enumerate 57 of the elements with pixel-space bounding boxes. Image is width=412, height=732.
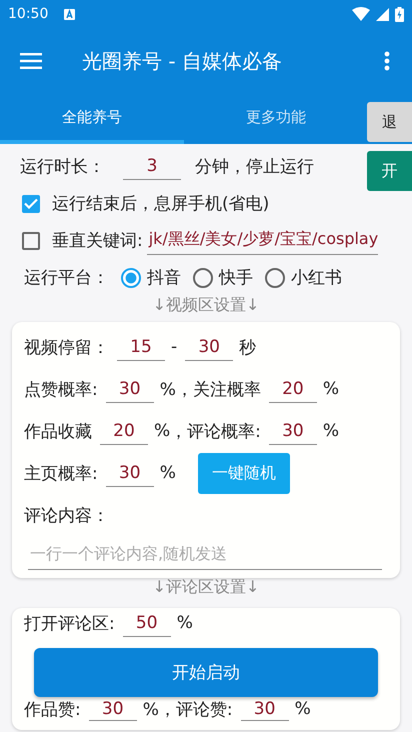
label: 作品赞: [24,698,81,720]
label: % [160,463,176,483]
tab[interactable]: 全能养号 [0,94,184,144]
label: ，评论概率: [170,420,261,442]
input-field[interactable]: 30 [185,334,234,360]
radio-button[interactable] [193,268,213,288]
input-field[interactable]: 20 [268,376,317,402]
more-icon[interactable] [384,51,390,71]
status-time: 10:50 [8,6,48,22]
radio-label: 快手 [219,267,253,289]
start-button[interactable]: 开始启动 [34,648,378,697]
label: % [154,421,170,441]
label: % [176,613,193,633]
checkbox-label: 运行结束后，息屏手机(省电) [52,193,270,215]
label: 秒 [239,336,256,358]
input-field[interactable]: 30 [268,418,317,444]
input-field[interactable]: 3 [123,153,181,180]
checkbox-label: 垂直关键词: [52,230,143,252]
input-field[interactable]: 30 [106,376,154,402]
radio-button[interactable] [265,268,285,288]
section-title: ↓评论区设置↓ [152,576,260,598]
label: 点赞概率: [24,378,98,400]
label: % [294,699,311,719]
checkbox[interactable] [22,194,40,212]
label: 评论内容： [24,504,109,526]
label: 运行平台： [24,267,109,289]
signal-icon [376,8,389,20]
input-field[interactable]: 30 [106,460,154,486]
radio-label: 小红书 [291,267,342,289]
label: 分钟，停止运行 [195,156,314,178]
label: 主页概率: [24,462,98,484]
wifi-icon [352,7,370,21]
input-field[interactable]: 15 [117,334,165,360]
keyword-field[interactable]: jk/黑丝/美女/少萝/宝宝/cosplay [146,226,378,255]
label: 评论赞: [176,698,233,720]
battery-icon [395,6,404,22]
input-field[interactable]: 20 [100,418,148,444]
label: %， [160,378,193,400]
radio-button[interactable] [121,268,141,288]
label: %， [142,698,176,720]
label: 打开评论区: [24,612,115,634]
label: 视频停留： [24,336,109,358]
menu-icon[interactable] [20,53,42,69]
label: - [171,337,178,357]
label: % [322,379,340,399]
label: % [322,421,340,441]
notification-icon [64,8,76,20]
label: 作品收藏 [24,420,92,442]
input-field[interactable]: 50 [122,610,171,636]
start-toggle-button[interactable]: 开 [367,151,412,191]
section-title: ↓视频区设置↓ [152,294,260,316]
checkbox[interactable] [22,232,40,250]
label: 关注概率 [192,378,261,400]
radio-label: 抖音 [147,267,181,289]
exit-button[interactable]: 退 [367,102,412,142]
label: 运行时长： [20,156,105,178]
app-title: 光圈养号 - 自媒体必备 [82,48,283,74]
